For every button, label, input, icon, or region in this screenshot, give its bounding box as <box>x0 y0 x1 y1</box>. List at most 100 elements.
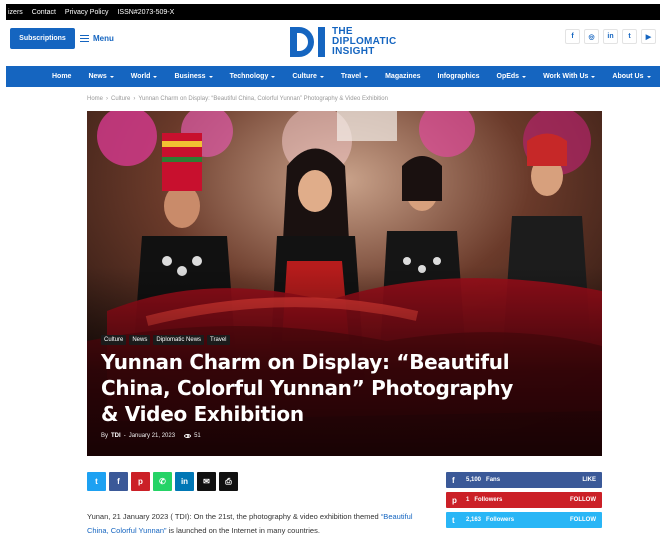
counter-count: 1 <box>466 497 470 503</box>
counter-count: 2,163 <box>466 517 482 523</box>
nav-label: World <box>130 73 151 80</box>
share-print-button[interactable]: ⎙ <box>219 472 238 491</box>
caret-down-icon <box>109 75 114 78</box>
youtube-icon[interactable]: ▶ <box>641 29 656 44</box>
main-nav: Home News World Business Technology Culture Tr… <box>6 66 660 87</box>
breadcrumb-item[interactable]: Home <box>87 96 103 102</box>
eye-icon <box>184 434 192 438</box>
nav-label: Home <box>52 73 72 80</box>
top-bar: izers Contact Privacy Policy ISSN#2073-5… <box>6 4 660 20</box>
logo-wordmark: THE DIPLOMATIC INSIGHT <box>332 27 396 57</box>
share-twitter-button[interactable]: t <box>87 472 106 491</box>
nav-label: OpEds <box>496 73 520 80</box>
topbar-link-contact[interactable]: Contact <box>32 9 56 16</box>
site-header: Subscriptions Menu THE DIPLOMATIC INSIGH… <box>6 20 660 64</box>
menu-button[interactable]: Menu <box>80 28 114 49</box>
share-pinterest-button[interactable]: p <box>131 472 150 491</box>
nav-label: Work With Us <box>543 73 589 80</box>
hero-featured-image[interactable]: Culture News Diplomatic News Travel Yunn… <box>87 111 602 456</box>
counter-action[interactable]: FOLLOW <box>570 517 596 523</box>
site-logo[interactable]: THE DIPLOMATIC INSIGHT <box>290 26 396 58</box>
counter-unit: Followers <box>486 517 515 523</box>
nav-item-technology[interactable]: Technology <box>230 73 276 80</box>
caret-down-icon <box>208 75 213 78</box>
social-counters: f 5,100 Fans LIKE p 1 Followers FOLLOW t 2,163 … <box>446 472 602 532</box>
caret-down-icon <box>319 75 324 78</box>
breadcrumb-separator: › <box>106 96 109 102</box>
facebook-icon: f <box>452 475 455 485</box>
caret-down-icon <box>591 75 596 78</box>
topbar-issn: ISSN#2073-509-X <box>117 8 175 16</box>
meta-separator: - <box>123 433 126 439</box>
author-link[interactable]: TDI <box>111 433 121 439</box>
nav-label: Magazines <box>385 73 421 80</box>
by-label: By <box>101 433 109 439</box>
breadcrumb-item[interactable]: Culture <box>111 96 130 102</box>
nav-item-home[interactable]: Home <box>52 73 71 80</box>
header-social-icons: f ◎ in t ▶ <box>565 29 656 44</box>
share-linkedin-button[interactable]: in <box>175 472 194 491</box>
subscriptions-button[interactable]: Subscriptions <box>10 28 75 49</box>
tag-culture[interactable]: Culture <box>101 335 127 345</box>
nav-label: Business <box>174 73 206 80</box>
breadcrumb-separator: › <box>133 96 136 102</box>
nav-item-news[interactable]: News <box>88 73 114 80</box>
hero-tags: Culture News Diplomatic News Travel <box>101 335 230 345</box>
view-count: 51 <box>194 433 201 439</box>
nav-item-world[interactable]: World <box>131 73 158 80</box>
counter-action[interactable]: LIKE <box>582 477 596 483</box>
nav-item-opeds[interactable]: OpEds <box>497 73 527 80</box>
hamburger-icon <box>80 35 89 42</box>
nav-label: About Us <box>612 73 644 80</box>
nav-item-culture[interactable]: Culture <box>292 73 324 80</box>
share-facebook-button[interactable]: f <box>109 472 128 491</box>
counter-unit: Followers <box>474 497 503 503</box>
nav-item-business[interactable]: Business <box>174 73 213 80</box>
nav-item-work-with-us[interactable]: Work With Us <box>543 73 596 80</box>
topbar-link-organizers[interactable]: izers <box>8 9 23 16</box>
nav-label: News <box>88 73 107 80</box>
share-whatsapp-button[interactable]: ✆ <box>153 472 172 491</box>
breadcrumb-item: Yunnan Charm on Display: “Beautiful Chin… <box>138 96 388 102</box>
nav-label: Travel <box>340 73 362 80</box>
twitter-icon[interactable]: t <box>622 29 637 44</box>
nav-item-magazines[interactable]: Magazines <box>385 73 420 80</box>
facebook-icon[interactable]: f <box>565 29 580 44</box>
linkedin-icon[interactable]: in <box>603 29 618 44</box>
caret-down-icon <box>271 75 276 78</box>
logo-mark-icon <box>290 27 328 57</box>
share-buttons: t f p ✆ in ✉ ⎙ <box>87 472 238 491</box>
counter-unit: Fans <box>486 477 501 483</box>
counter-action[interactable]: FOLLOW <box>570 497 596 503</box>
pinterest-icon: p <box>452 495 457 505</box>
nav-item-travel[interactable]: Travel <box>340 73 369 80</box>
tag-news[interactable]: News <box>129 335 151 345</box>
article-intro-end: is launched on the Internet in many coun… <box>166 526 320 535</box>
article-body: Yunan, 21 January 2023 ( TDI): On the 21… <box>87 510 417 538</box>
share-email-button[interactable]: ✉ <box>197 472 216 491</box>
caret-down-icon <box>522 75 527 78</box>
nav-item-infographics[interactable]: Infographics <box>438 73 480 80</box>
caret-down-icon <box>364 75 369 78</box>
publish-date: January 21, 2023 <box>128 433 176 439</box>
caret-down-icon <box>646 75 651 78</box>
topbar-link-privacy[interactable]: Privacy Policy <box>65 9 109 16</box>
tag-travel[interactable]: Travel <box>207 335 230 345</box>
breadcrumb: Home › Culture › Yunnan Charm on Display: “B… <box>87 96 391 102</box>
article-intro: Yunan, 21 January 2023 ( TDI): On the 21… <box>87 512 381 521</box>
caret-down-icon <box>153 75 158 78</box>
nav-label: Culture <box>292 73 317 80</box>
instagram-icon[interactable]: ◎ <box>584 29 599 44</box>
facebook-counter[interactable]: f 5,100 Fans LIKE <box>446 472 602 488</box>
logo-line-3: INSIGHT <box>332 46 375 57</box>
nav-item-about-us[interactable]: About Us <box>612 73 651 80</box>
pinterest-counter[interactable]: p 1 Followers FOLLOW <box>446 492 602 508</box>
nav-label: Technology <box>229 73 269 80</box>
article-meta: By TDI - January 21, 2023 51 <box>101 433 201 439</box>
tag-diplomatic-news[interactable]: Diplomatic News <box>153 335 205 345</box>
nav-label: Infographics <box>437 73 480 80</box>
article-title: Yunnan Charm on Display: “Beautiful Chin… <box>101 350 513 426</box>
menu-label: Menu <box>93 34 114 43</box>
twitter-counter[interactable]: t 2,163 Followers FOLLOW <box>446 512 602 528</box>
twitter-icon: t <box>452 515 455 525</box>
